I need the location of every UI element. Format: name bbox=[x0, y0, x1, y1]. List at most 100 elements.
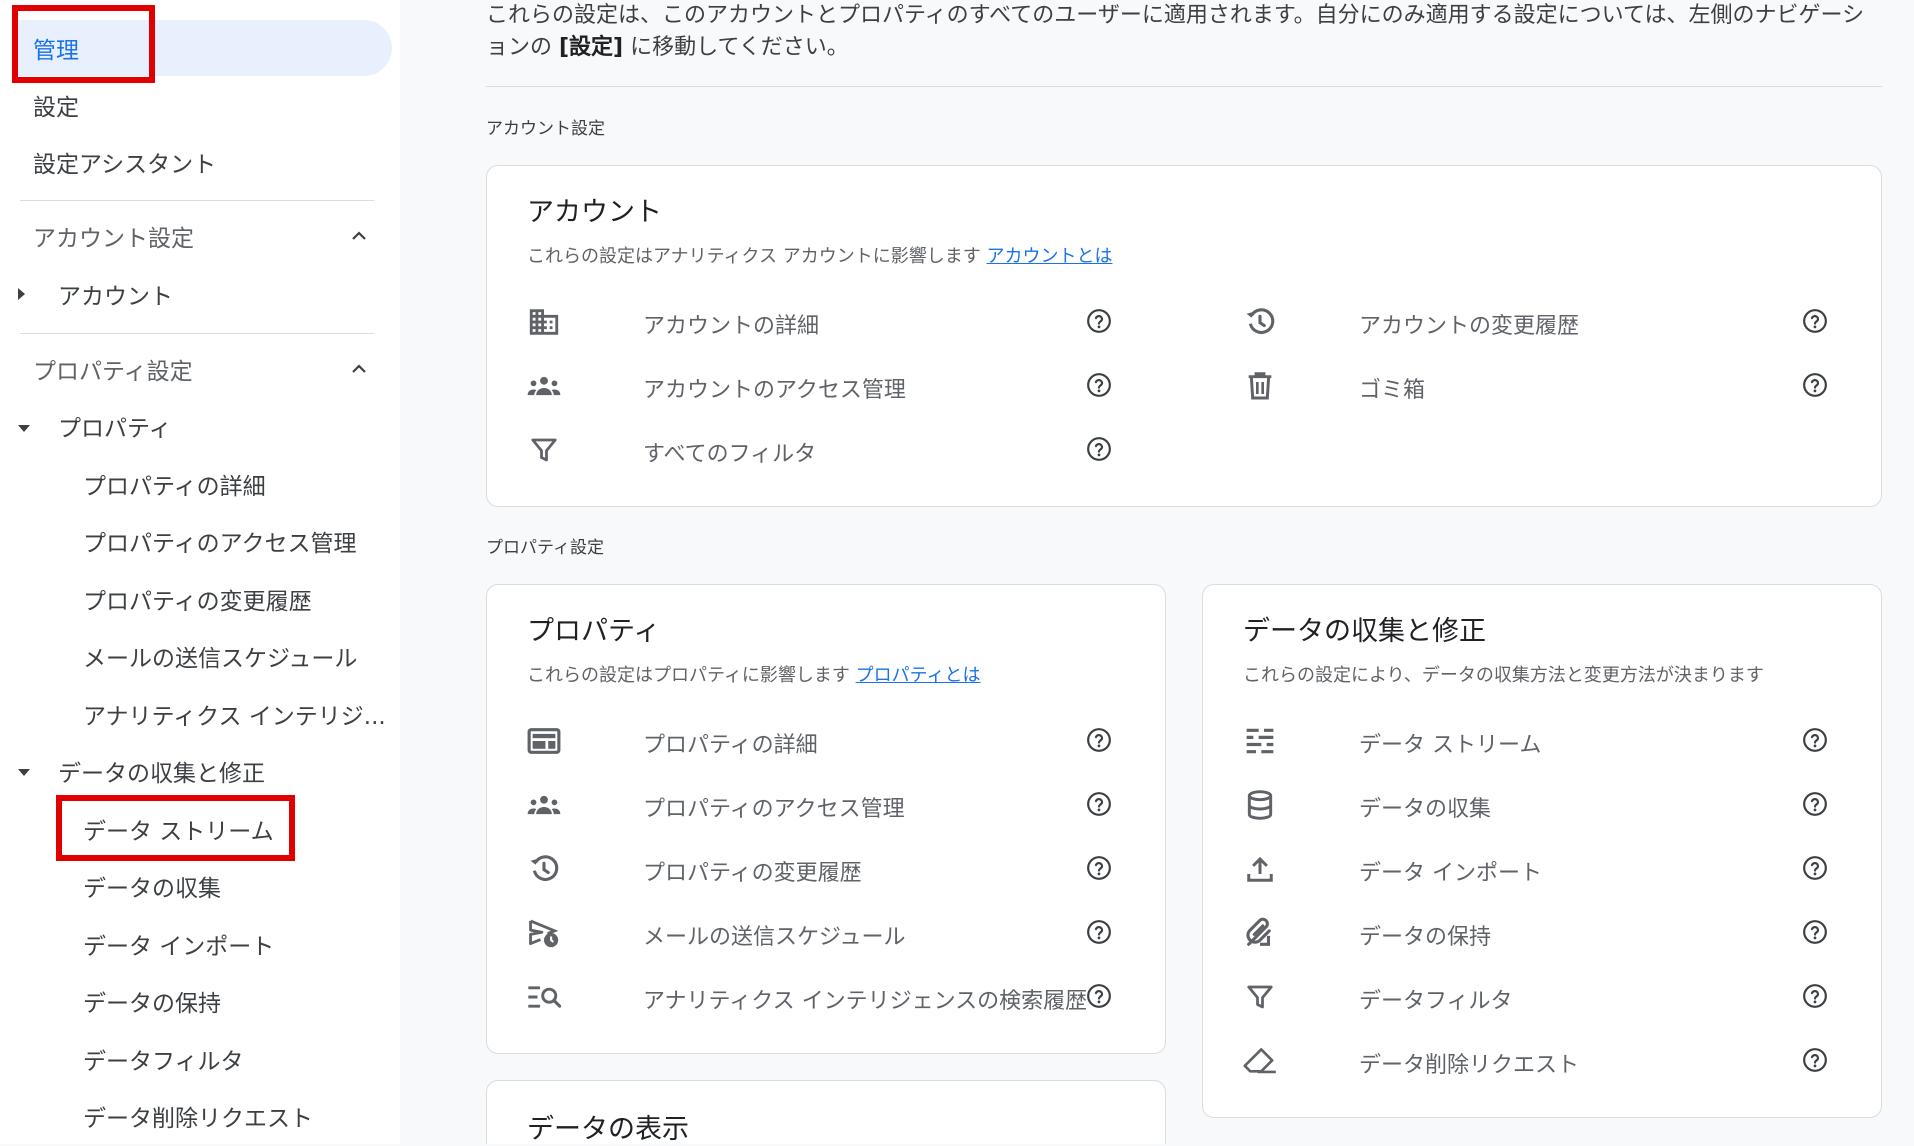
sidebar-item-data-deletion[interactable]: データ削除リクエスト bbox=[83, 1088, 313, 1144]
card-title: プロパティ bbox=[527, 616, 661, 647]
item-label: プロパティのアクセス管理 bbox=[643, 797, 905, 822]
sidebar-item-data-collection-settings[interactable]: データの収集 bbox=[83, 858, 221, 914]
property-help-link[interactable]: プロパティとは bbox=[856, 665, 981, 686]
item-label: データ ストリーム bbox=[1359, 733, 1542, 758]
item-label: アカウントのアクセス管理 bbox=[643, 378, 906, 403]
sidebar-divider bbox=[20, 200, 374, 201]
sidebar-section-property[interactable]: プロパティ設定 bbox=[33, 341, 193, 397]
intro-text-bold: [設定] bbox=[559, 35, 624, 60]
sidebar-item-setup-assistant[interactable]: 設定アシスタント bbox=[33, 134, 216, 190]
help-icon[interactable] bbox=[1802, 372, 1828, 398]
sidebar-item-data-import[interactable]: データ インポート bbox=[83, 916, 274, 972]
data-streams-item[interactable]: データ ストリーム bbox=[1243, 715, 1827, 765]
help-icon[interactable] bbox=[1802, 1047, 1828, 1073]
sidebar-item-data-filters[interactable]: データフィルタ bbox=[83, 1031, 244, 1087]
data-import-item[interactable]: データ インポート bbox=[1243, 843, 1827, 893]
sidebar-item-label: データ削除リクエスト bbox=[83, 1106, 313, 1132]
sidebar-item-admin[interactable]: 管理 bbox=[12, 20, 392, 76]
card-title: データの収集と修正 bbox=[1243, 616, 1486, 647]
scheduled-send-icon bbox=[527, 916, 561, 950]
filter-icon bbox=[1243, 980, 1277, 1014]
sidebar-item-label: アナリティクス インテリジ... bbox=[83, 704, 386, 730]
chevron-up-icon[interactable] bbox=[351, 228, 367, 244]
sidebar-item-data-retention[interactable]: データの保持 bbox=[83, 973, 221, 1029]
help-icon[interactable] bbox=[1802, 791, 1828, 817]
sidebar-item-data-collection[interactable]: データの収集と修正 bbox=[58, 743, 265, 799]
sidebar-item-account[interactable]: アカウント bbox=[58, 266, 173, 322]
help-icon[interactable] bbox=[1802, 983, 1828, 1009]
sidebar-item-scheduled-emails[interactable]: メールの送信スケジュール bbox=[83, 628, 357, 684]
caret-right-icon[interactable] bbox=[18, 288, 25, 300]
data-collection-card: データの収集と修正 これらの設定により、データの収集方法と変更方法が決まります … bbox=[1202, 584, 1882, 1118]
sidebar-item-label: データの収集 bbox=[83, 876, 221, 902]
account-help-link[interactable]: アカウントとは bbox=[986, 246, 1112, 267]
property-details-item[interactable]: プロパティの詳細 bbox=[527, 715, 1111, 765]
card-description-text: これらの設定はアナリティクス アカウントに影響します bbox=[527, 246, 987, 267]
data-collection-item[interactable]: データの収集 bbox=[1243, 779, 1827, 829]
trash-item[interactable]: ゴミ箱 bbox=[1243, 360, 1827, 410]
sidebar-item-label: プロパティのアクセス管理 bbox=[83, 531, 357, 557]
help-icon[interactable] bbox=[1086, 372, 1112, 398]
card-description: これらの設定はプロパティに影響します プロパティとは bbox=[527, 661, 981, 687]
data-display-card: データの表示 bbox=[486, 1080, 1166, 1145]
sidebar-item-property-history[interactable]: プロパティの変更履歴 bbox=[83, 571, 312, 627]
item-label: メールの送信スケジュール bbox=[643, 925, 906, 950]
caret-down-icon[interactable] bbox=[18, 769, 30, 776]
help-icon[interactable] bbox=[1802, 855, 1828, 881]
search-list-icon bbox=[527, 980, 561, 1014]
help-icon[interactable] bbox=[1802, 919, 1828, 945]
item-label: データの保持 bbox=[1359, 925, 1492, 950]
data-deletion-item[interactable]: データ削除リクエスト bbox=[1243, 1035, 1827, 1085]
sidebar-item-settings[interactable]: 設定 bbox=[33, 77, 79, 133]
card-description: これらの設定はアナリティクス アカウントに影響します アカウントとは bbox=[527, 242, 1112, 268]
item-label: データ インポート bbox=[1359, 861, 1542, 886]
sidebar-item-property[interactable]: プロパティ bbox=[58, 398, 172, 454]
account-details-item[interactable]: アカウントの詳細 bbox=[527, 296, 1111, 346]
help-icon[interactable] bbox=[1086, 308, 1112, 334]
item-label: アナリティクス インテリジェンスの検索履歴 bbox=[643, 989, 1088, 1014]
data-filters-item[interactable]: データフィルタ bbox=[1243, 971, 1827, 1021]
sidebar-item-property-details[interactable]: プロパティの詳細 bbox=[83, 456, 266, 512]
sidebar-item-property-access[interactable]: プロパティのアクセス管理 bbox=[83, 513, 356, 569]
sidebar-item-label: 管理 bbox=[33, 38, 79, 64]
people-icon bbox=[527, 788, 561, 822]
help-icon[interactable] bbox=[1086, 791, 1112, 817]
all-filters-item[interactable]: すべてのフィルタ bbox=[527, 424, 1111, 474]
caret-down-icon[interactable] bbox=[18, 425, 30, 432]
sidebar-item-analytics-intelligence[interactable]: アナリティクス インテリジ... bbox=[83, 686, 386, 742]
property-card: プロパティ これらの設定はプロパティに影響します プロパティとは プロパティの詳… bbox=[486, 584, 1166, 1054]
help-icon[interactable] bbox=[1802, 308, 1828, 334]
help-icon[interactable] bbox=[1086, 855, 1112, 881]
account-history-item[interactable]: アカウントの変更履歴 bbox=[1243, 296, 1827, 346]
sidebar-item-data-streams[interactable]: データ ストリーム bbox=[83, 801, 274, 857]
help-icon[interactable] bbox=[1086, 727, 1112, 753]
section-title: プロパティ設定 bbox=[33, 359, 193, 385]
help-icon[interactable] bbox=[1086, 983, 1112, 1009]
group-label-property: プロパティ設定 bbox=[486, 538, 604, 558]
intelligence-search-history-item[interactable]: アナリティクス インテリジェンスの検索履歴 bbox=[527, 971, 1111, 1021]
group-label-account: アカウント設定 bbox=[486, 119, 605, 139]
property-access-item[interactable]: プロパティのアクセス管理 bbox=[527, 779, 1111, 829]
sidebar-item-label: プロパティの変更履歴 bbox=[83, 589, 312, 615]
card-title: アカウント bbox=[527, 197, 662, 228]
sidebar-item-label: データの収集と修正 bbox=[58, 761, 265, 787]
data-retention-item[interactable]: データの保持 bbox=[1243, 907, 1827, 957]
sidebar-nav: 管理 設定 設定アシスタント アカウント設定 アカウント プロパティ設定 プロパ… bbox=[0, 0, 400, 1144]
sidebar-item-label: データ インポート bbox=[83, 934, 275, 960]
property-history-item[interactable]: プロパティの変更履歴 bbox=[527, 843, 1111, 893]
account-access-item[interactable]: アカウントのアクセス管理 bbox=[527, 360, 1111, 410]
retention-icon bbox=[1243, 916, 1277, 950]
sidebar-item-label: 設定 bbox=[33, 95, 79, 121]
eraser-icon bbox=[1243, 1044, 1277, 1078]
sidebar-divider bbox=[20, 333, 374, 334]
help-icon[interactable] bbox=[1086, 919, 1112, 945]
scheduled-emails-item[interactable]: メールの送信スケジュール bbox=[527, 907, 1111, 957]
history-icon bbox=[1243, 305, 1277, 339]
help-icon[interactable] bbox=[1802, 727, 1828, 753]
main-content: これらの設定は、このアカウントとプロパティのすべてのユーザーに適用されます。自分… bbox=[486, 0, 1884, 1145]
help-icon[interactable] bbox=[1086, 436, 1112, 462]
section-title: アカウント設定 bbox=[33, 226, 194, 252]
item-label: プロパティの詳細 bbox=[643, 733, 818, 758]
sidebar-section-account[interactable]: アカウント設定 bbox=[33, 208, 194, 264]
chevron-up-icon[interactable] bbox=[351, 361, 367, 377]
